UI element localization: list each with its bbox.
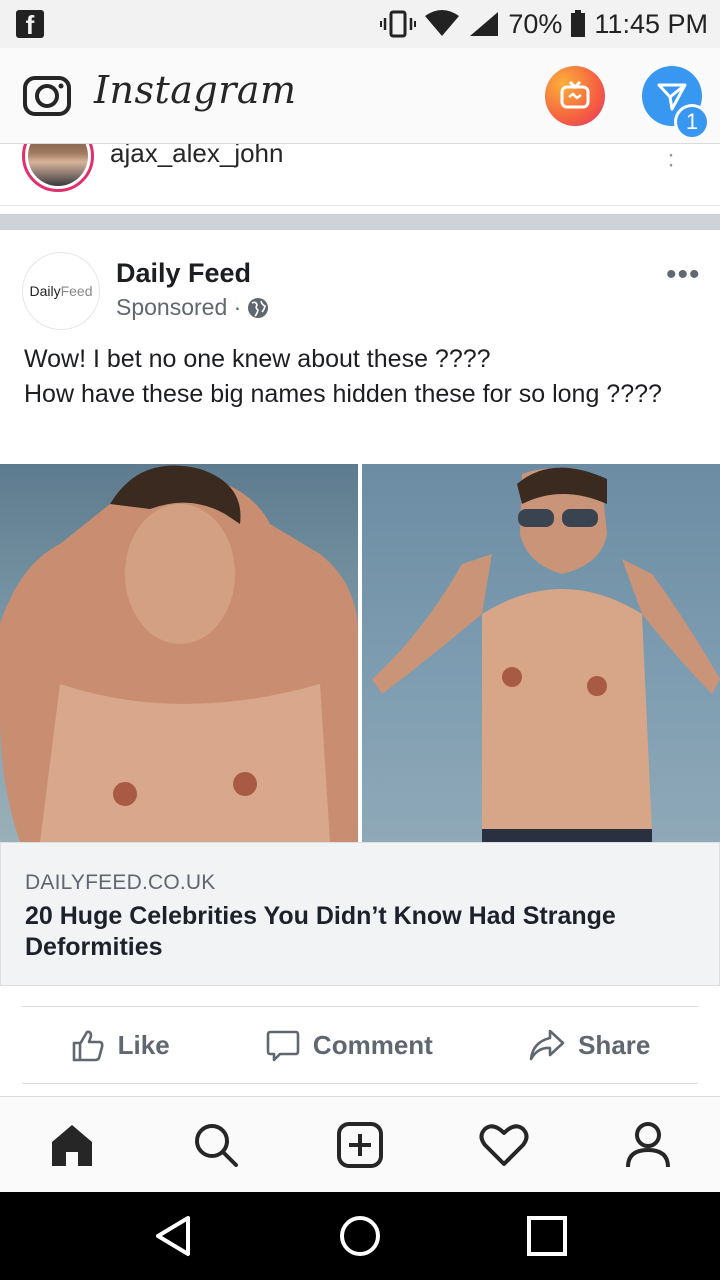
link-domain: DAILYFEED.CO.UK — [25, 871, 216, 894]
comment-button[interactable]: Comment — [265, 1027, 433, 1063]
post-text-line-1: Wow! I bet no one knew about these ???? — [24, 345, 491, 373]
link-title: 20 Huge Celebrities You Didn’t Know Had … — [25, 902, 616, 961]
search-icon — [195, 1123, 238, 1167]
clock: 11:45 PM — [594, 8, 708, 39]
post-images[interactable] — [0, 464, 720, 842]
nav-profile[interactable] — [618, 1115, 678, 1175]
globe-icon — [248, 297, 269, 318]
status-icons: 70% 11:45 PM — [380, 0, 708, 48]
back-icon[interactable] — [152, 1214, 194, 1258]
post-user-row: ajax_alex_john · · — [0, 144, 720, 206]
battery-icon — [571, 10, 586, 37]
post-image-left[interactable] — [0, 464, 358, 842]
username[interactable]: ajax_alex_john — [110, 144, 283, 169]
profile-icon — [626, 1121, 670, 1167]
vibrate-icon — [380, 10, 417, 38]
like-label: Like — [117, 1029, 170, 1060]
app-logo: Instagram — [94, 68, 297, 112]
shirtless-man-photo-left — [0, 465, 358, 842]
signal-icon — [470, 12, 499, 36]
share-button[interactable]: Share — [528, 1027, 650, 1063]
page-avatar[interactable]: Daily Feed — [22, 252, 100, 330]
camera-icon[interactable] — [22, 70, 72, 120]
igtv-icon — [560, 80, 590, 109]
sponsored-label: Sponsored · — [116, 294, 269, 321]
post-options-icon[interactable]: · · — [664, 144, 678, 177]
nav-activity[interactable] — [474, 1115, 534, 1175]
comment-icon — [266, 1030, 300, 1062]
share-label: Share — [578, 1029, 651, 1060]
divider — [22, 1083, 698, 1084]
shirtless-man-photo-right — [372, 467, 720, 842]
share-arrow-icon — [529, 1029, 565, 1061]
feed-separator — [0, 214, 720, 230]
add-post-icon — [337, 1121, 383, 1168]
nav-new-post[interactable] — [330, 1115, 390, 1175]
post-image-right[interactable] — [362, 464, 720, 842]
nav-search[interactable] — [186, 1115, 246, 1175]
heart-icon — [479, 1123, 529, 1166]
direct-badge: 1 — [674, 104, 710, 140]
like-button[interactable]: Like — [70, 1027, 170, 1063]
battery-percent: 70% — [508, 8, 563, 39]
wifi-icon — [425, 10, 460, 36]
page-avatar-text-1: Daily — [29, 283, 61, 299]
igtv-button[interactable] — [545, 66, 605, 126]
post-text: Wow! I bet no one knew about these ???? … — [24, 342, 684, 412]
page-avatar-text-2: Feed — [60, 283, 93, 299]
system-navigation-bar — [0, 1192, 720, 1280]
sponsored-post: Daily Feed Daily Feed Sponsored · ••• Wow… — [0, 230, 720, 1096]
link-preview[interactable]: DAILYFEED.CO.UK 20 Huge Celebrities You … — [0, 842, 720, 986]
post-text-line-2: How have these big names hidden these fo… — [24, 380, 662, 408]
more-options-icon[interactable]: ••• — [666, 260, 701, 290]
facebook-notification-icon: f — [16, 10, 44, 40]
comment-label: Comment — [312, 1029, 433, 1060]
status-bar: f 70% 11:45 PM — [0, 0, 720, 48]
nav-home[interactable] — [42, 1115, 102, 1175]
page-name[interactable]: Daily Feed — [116, 258, 251, 289]
home-icon — [52, 1124, 92, 1166]
bottom-navigation — [0, 1096, 720, 1192]
sponsored-text: Sponsored · — [116, 294, 242, 320]
home-circle-icon[interactable] — [338, 1214, 382, 1258]
app-header: Instagram 1 — [0, 48, 720, 144]
thumbs-up-icon — [72, 1030, 104, 1062]
post-actions: Like Comment Share — [22, 1007, 698, 1083]
user-avatar[interactable] — [22, 144, 94, 192]
recent-apps-icon[interactable] — [526, 1215, 568, 1257]
